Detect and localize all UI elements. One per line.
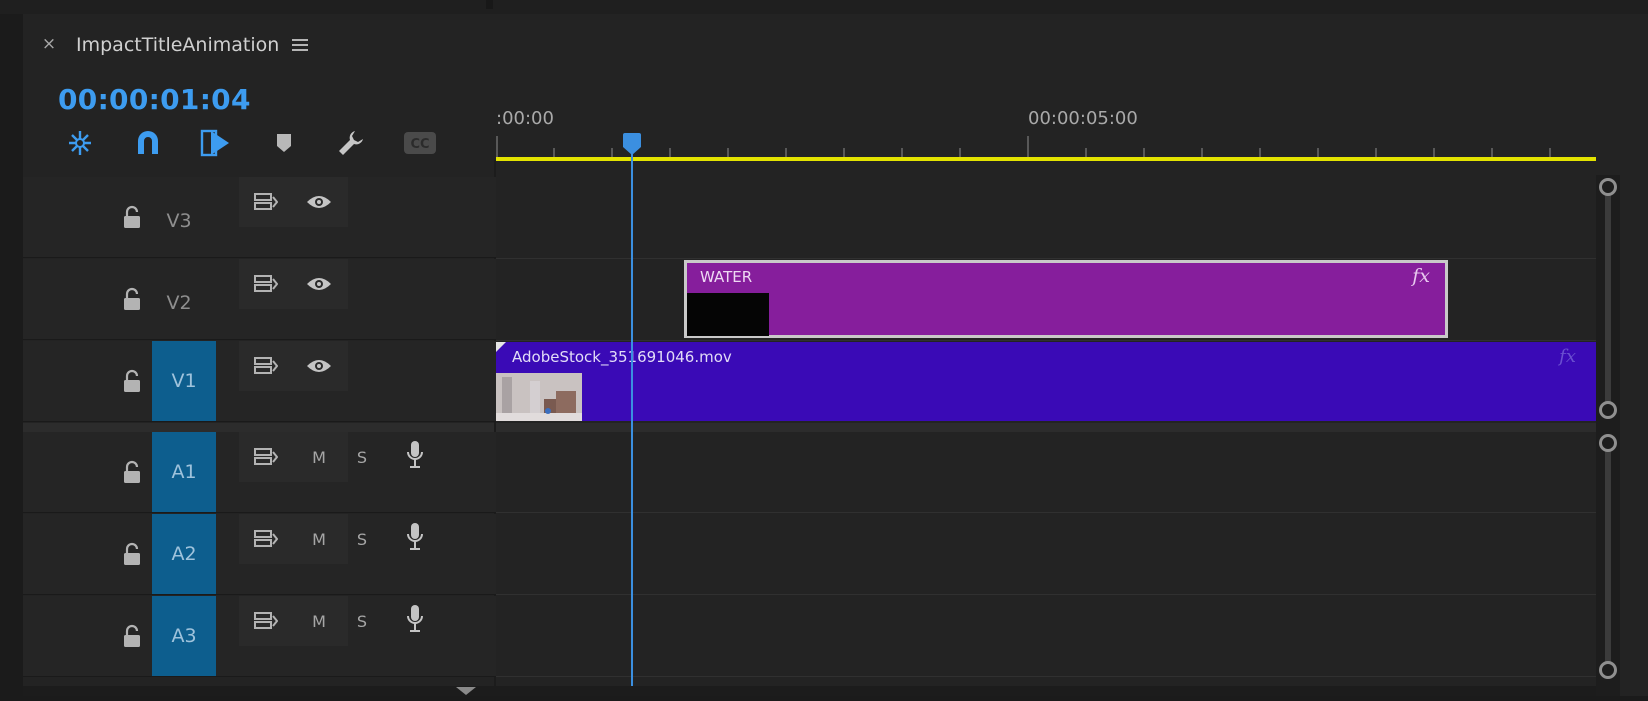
panel-divider[interactable]	[486, 0, 493, 9]
eye-icon[interactable]	[305, 352, 333, 380]
sync-lock-icon[interactable]	[252, 188, 280, 216]
captions-icon[interactable]: CC	[402, 126, 438, 160]
track-divider	[496, 594, 1596, 595]
left-panel-edge	[0, 14, 23, 696]
track-name-a3: A3	[171, 625, 197, 647]
video-scroll-bottom-handle[interactable]	[1599, 401, 1617, 419]
svg-text:CC: CC	[410, 137, 429, 152]
eye-icon[interactable]	[305, 188, 333, 216]
track-header-a1: A1 M S	[23, 432, 496, 513]
track-name-v2[interactable]: V2	[157, 291, 201, 315]
track-controls: M	[239, 514, 348, 564]
track-divider	[496, 676, 1596, 677]
solo-button[interactable]: S	[348, 525, 376, 553]
wrench-icon[interactable]	[334, 126, 368, 160]
expand-corner-icon[interactable]	[454, 682, 478, 696]
playhead-handle[interactable]	[621, 133, 643, 157]
lock-icon[interactable]	[121, 624, 143, 650]
playhead-timecode[interactable]: 00:00:01:04	[58, 80, 251, 120]
lock-icon[interactable]	[121, 460, 143, 486]
track-target-a3[interactable]: A3	[152, 596, 216, 676]
mute-button[interactable]: M	[305, 607, 333, 635]
sequence-tab-title[interactable]: ImpactTitleAnimation	[76, 30, 279, 60]
time-ruler[interactable]: :00:00 00:00:05:00	[496, 106, 1596, 162]
microphone-icon[interactable]	[401, 523, 429, 551]
fx-badge[interactable]: fx	[1559, 346, 1576, 367]
lock-icon[interactable]	[121, 542, 143, 568]
bottom-zoom-bar[interactable]	[23, 686, 1596, 696]
track-name-a2: A2	[171, 543, 197, 565]
track-name-v3[interactable]: V3	[157, 209, 201, 233]
playhead-line[interactable]	[631, 146, 633, 696]
lock-icon[interactable]	[121, 287, 143, 313]
clip-name: WATER	[700, 268, 753, 286]
sync-lock-icon[interactable]	[252, 525, 280, 553]
clip-thumbnail	[687, 293, 769, 336]
insert-overwrite-icon[interactable]	[63, 126, 97, 160]
track-divider	[496, 258, 1596, 259]
top-panel-strip	[0, 0, 1648, 15]
video-scroll-top-handle[interactable]	[1599, 178, 1617, 196]
track-target-a2[interactable]: A2	[152, 514, 216, 594]
audio-scroll-track[interactable]	[1605, 441, 1611, 671]
sync-lock-icon[interactable]	[252, 352, 280, 380]
clip-start-corner	[496, 342, 506, 352]
track-header-a3: A3 M S	[23, 596, 496, 677]
mute-button[interactable]: M	[305, 525, 333, 553]
track-header-v3: V3	[23, 177, 496, 258]
track-header-v2: V2	[23, 259, 496, 340]
track-header-v1: V1	[23, 341, 496, 422]
track-name-v1: V1	[171, 370, 197, 392]
track-name-a1: A1	[171, 461, 197, 483]
clip-water[interactable]: WATER fx	[684, 260, 1448, 338]
close-tab-button[interactable]: ×	[40, 31, 58, 57]
track-header-a2: A2 M S	[23, 514, 496, 595]
video-audio-separator[interactable]	[23, 423, 1596, 432]
lock-icon[interactable]	[121, 369, 143, 395]
track-target-v1[interactable]: V1	[152, 341, 216, 421]
audio-scroll-top-handle[interactable]	[1599, 434, 1617, 452]
add-marker-icon[interactable]	[267, 126, 301, 160]
video-scroll-track[interactable]	[1605, 188, 1611, 410]
solo-button[interactable]: S	[348, 607, 376, 635]
audio-scroll-bottom-handle[interactable]	[1599, 661, 1617, 679]
microphone-icon[interactable]	[401, 441, 429, 469]
clip-thumbnail	[496, 373, 582, 421]
sync-lock-icon[interactable]	[252, 443, 280, 471]
clip-adobestock[interactable]: AdobeStock_351691046.mov fx	[496, 342, 1596, 421]
clip-name: AdobeStock_351691046.mov	[512, 348, 732, 366]
eye-icon[interactable]	[305, 270, 333, 298]
solo-button[interactable]: S	[348, 443, 376, 471]
ruler-ticks	[496, 136, 1551, 157]
track-divider	[496, 340, 1596, 341]
linked-selection-icon[interactable]	[198, 126, 232, 160]
work-area-bar[interactable]	[496, 157, 1596, 161]
track-controls: M	[239, 432, 348, 482]
lock-icon[interactable]	[121, 205, 143, 231]
snap-magnet-icon[interactable]	[131, 126, 165, 160]
fx-badge[interactable]: fx	[1412, 265, 1430, 287]
sync-lock-icon[interactable]	[252, 270, 280, 298]
mute-button[interactable]: M	[305, 443, 333, 471]
microphone-icon[interactable]	[401, 605, 429, 633]
track-controls	[239, 341, 348, 391]
track-target-a1[interactable]: A1	[152, 432, 216, 512]
track-controls	[239, 177, 348, 227]
track-divider	[496, 512, 1596, 513]
track-controls: M	[239, 596, 348, 646]
panel-menu-icon[interactable]	[290, 35, 310, 55]
sync-lock-icon[interactable]	[252, 607, 280, 635]
track-controls	[239, 259, 348, 309]
